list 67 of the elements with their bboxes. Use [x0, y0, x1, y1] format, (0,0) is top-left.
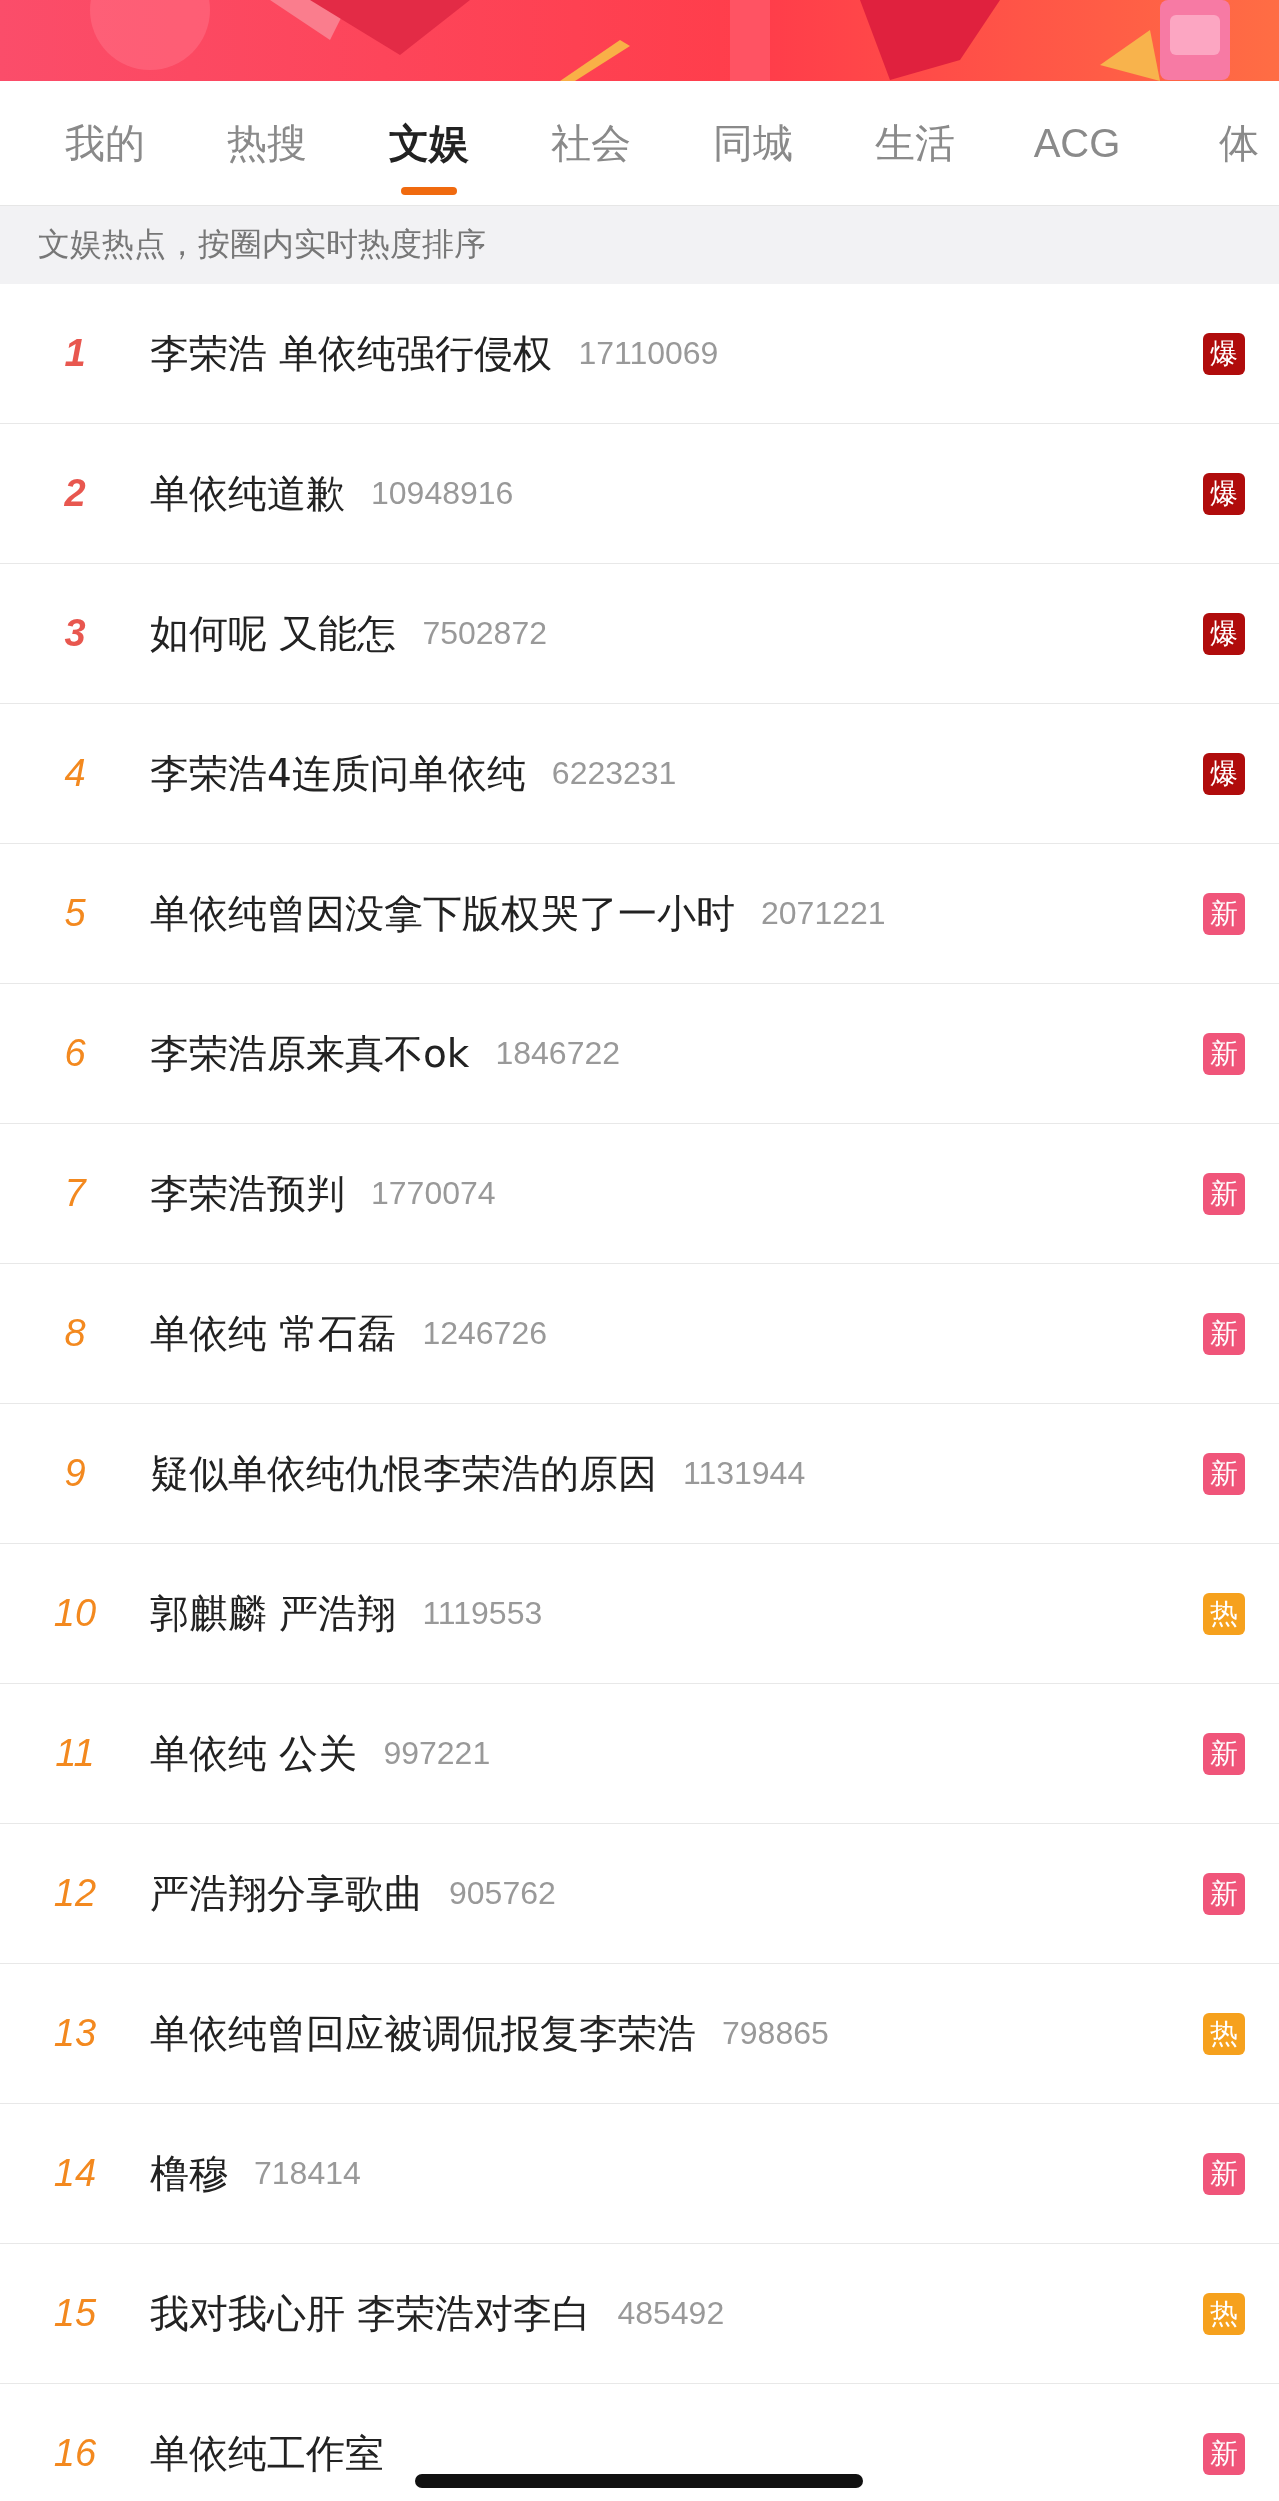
rank-number: 12	[52, 1872, 98, 1915]
trend-title[interactable]: 李荣浩 单依纯强行侵权	[150, 326, 553, 381]
trend-badge: 爆	[1203, 612, 1245, 655]
heat-count: 17110069	[578, 335, 719, 372]
trend-badge: 爆	[1203, 332, 1245, 375]
rank-number: 7	[63, 1172, 88, 1215]
trend-badge: 新	[1203, 1732, 1245, 1775]
active-tab-indicator	[401, 187, 457, 195]
trend-title[interactable]: 单依纯 公关	[150, 1726, 358, 1781]
rank-number: 2	[63, 472, 87, 515]
trend-badge: 新	[1203, 1032, 1245, 1075]
heat-count: 718414	[254, 2155, 361, 2192]
trend-title[interactable]: 疑似单依纯仇恨李荣浩的原因	[150, 1446, 657, 1501]
trend-title[interactable]: 严浩翔分享歌曲	[150, 1866, 423, 1921]
heat-count: 485492	[617, 2295, 725, 2332]
trend-badge: 热	[1203, 1592, 1245, 1635]
trend-title[interactable]: 李荣浩预判	[150, 1166, 345, 1221]
trend-title[interactable]: 单依纯 常石磊	[150, 1306, 397, 1361]
trend-badge: 热	[1203, 2012, 1245, 2055]
rank-number: 10	[52, 1592, 98, 1635]
heat-count: 2071221	[761, 895, 886, 932]
trend-title[interactable]: 单依纯工作室	[150, 2426, 384, 2481]
heat-count: 1846722	[495, 1035, 621, 1072]
rank-number: 6	[63, 1032, 87, 1075]
trend-badge: 爆	[1203, 472, 1245, 515]
trend-title[interactable]: 李荣浩4连质问单依纯	[150, 746, 526, 801]
rank-number: 5	[63, 892, 87, 935]
rank-number: 13	[52, 2012, 98, 2055]
trend-badge: 新	[1203, 1172, 1245, 1215]
rank-number: 3	[63, 612, 87, 655]
trend-badge: 热	[1203, 2292, 1245, 2335]
rank-number: 1	[63, 332, 87, 375]
trend-badge: 爆	[1203, 752, 1245, 795]
category-tab[interactable]: 文娱	[348, 81, 510, 205]
trend-title[interactable]: 我对我心肝 李荣浩对李白	[150, 2286, 592, 2341]
trend-title[interactable]: 单依纯道歉	[150, 466, 345, 521]
trend-title[interactable]: 如何呢 又能怎	[150, 606, 397, 661]
trend-title[interactable]: 郭麒麟 严浩翔	[150, 1586, 397, 1641]
heat-count: 1119553	[422, 1595, 543, 1632]
trend-title[interactable]: 橹穆	[150, 2146, 228, 2201]
rank-number: 15	[52, 2292, 98, 2335]
trend-title[interactable]: 单依纯曾回应被调侃报复李荣浩	[150, 2006, 696, 2061]
trend-badge: 新	[1203, 1872, 1245, 1915]
trend-badge: 新	[1203, 2432, 1245, 2475]
heat-count: 1131944	[683, 1455, 806, 1492]
trend-badge: 新	[1203, 2152, 1245, 2195]
rank-number: 4	[63, 752, 87, 795]
heat-count: 7502872	[422, 615, 547, 652]
heat-count: 997221	[383, 1735, 491, 1772]
rank-number: 8	[63, 1312, 87, 1355]
heat-count: 6223231	[551, 755, 677, 792]
heat-count: 905762	[449, 1875, 556, 1912]
section-subtitle: 文娱热点，按圈内实时热度排序	[0, 205, 1279, 284]
rank-number: 11	[54, 1732, 96, 1775]
heat-count: 10948916	[371, 475, 514, 512]
trend-title[interactable]: 李荣浩原来真不ok	[150, 1026, 470, 1081]
trend-title[interactable]: 单依纯曾因没拿下版权哭了一小时	[150, 886, 735, 941]
rank-number: 14	[52, 2152, 98, 2195]
trend-badge: 新	[1203, 1452, 1245, 1495]
rank-number: 9	[63, 1452, 87, 1495]
heat-count: 798865	[722, 2015, 829, 2052]
trend-badge: 新	[1203, 1312, 1245, 1355]
home-indicator[interactable]	[415, 2474, 863, 2488]
rank-number: 16	[52, 2432, 98, 2475]
heat-count: 1246726	[422, 1315, 547, 1352]
trend-badge: 新	[1203, 892, 1245, 935]
heat-count: 1770074	[371, 1175, 496, 1212]
